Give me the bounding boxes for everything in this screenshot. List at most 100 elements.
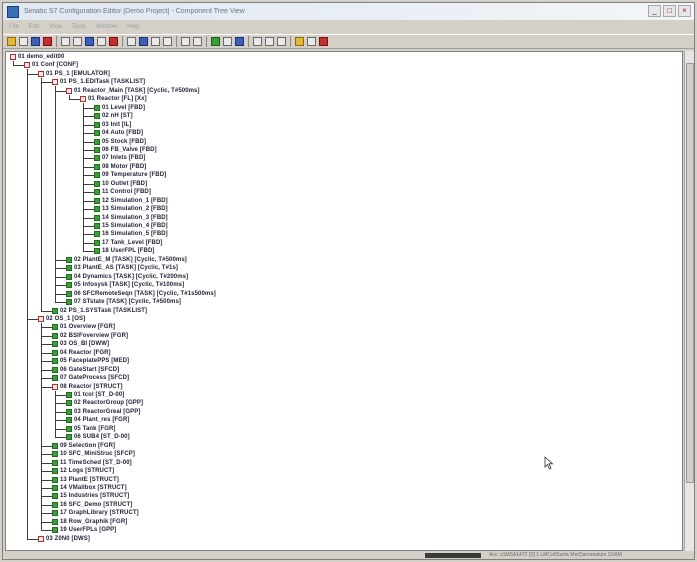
save-icon[interactable] bbox=[31, 37, 40, 46]
delete-icon[interactable] bbox=[109, 37, 118, 46]
tree-leaf-item[interactable]: 19 UserFPLs [GPP] bbox=[52, 526, 116, 534]
properties-icon[interactable] bbox=[127, 37, 136, 46]
tree-leaf-item[interactable]: 18 UserFPL [FBD] bbox=[94, 247, 155, 255]
expand-collapse-icon[interactable] bbox=[66, 87, 72, 94]
tree-folder-item[interactable]: 03 Z0N0 [DWS] bbox=[38, 535, 90, 543]
tree-icon[interactable] bbox=[163, 37, 172, 46]
tree-leaf-item[interactable]: 03 OS_BI [DWW] bbox=[52, 340, 109, 348]
tree-leaf-item[interactable]: 12 Logs [STRUCT] bbox=[52, 467, 114, 475]
tree-leaf-item[interactable]: 07 Inlets [FBD] bbox=[94, 154, 146, 162]
tree-leaf-item[interactable]: 03 Init [IL] bbox=[94, 121, 132, 129]
tree-leaf-item[interactable]: 01 Level [FBD] bbox=[94, 104, 145, 112]
monitor-icon[interactable] bbox=[235, 37, 244, 46]
tree-leaf-item[interactable]: 09 Temperature [FBD] bbox=[94, 171, 166, 179]
minimize-button[interactable]: _ bbox=[648, 5, 661, 17]
tree-leaf-item[interactable]: 14 Simulation_3 [FBD] bbox=[94, 214, 168, 222]
tree-leaf-item[interactable]: 02 BSIFoverview [FGR] bbox=[52, 332, 128, 340]
list-icon[interactable] bbox=[151, 37, 160, 46]
tree-leaf-item[interactable]: 04 Auto [FBD] bbox=[94, 129, 143, 137]
tree-leaf-item[interactable]: 07 GateProcess [SFCD] bbox=[52, 374, 129, 382]
expand-collapse-icon[interactable] bbox=[10, 54, 16, 60]
tree-folder-item[interactable]: 01 Conf [CONF] bbox=[24, 61, 78, 69]
tree-folder-item[interactable]: 08 Reactor [STRUCT] bbox=[52, 383, 123, 391]
tree-leaf-item[interactable]: 04 Reactor [FGR] bbox=[52, 349, 111, 357]
tree-leaf-item[interactable]: 04 Plant_res [FGR] bbox=[66, 416, 129, 424]
tree-leaf-item[interactable]: 16 Simulation_5 [FBD] bbox=[94, 230, 168, 238]
tree-leaf-item[interactable]: 17 Tank_Level [FBD] bbox=[94, 239, 162, 247]
expand-collapse-icon[interactable] bbox=[52, 383, 58, 390]
tree-leaf-item[interactable]: 15 Industries [STRUCT] bbox=[52, 492, 129, 500]
library-icon[interactable] bbox=[295, 37, 304, 46]
menu-tools[interactable]: Tools bbox=[72, 24, 86, 30]
stop-icon[interactable] bbox=[43, 37, 52, 46]
tree-leaf-item[interactable]: 06 GateStart [SFCD] bbox=[52, 366, 119, 374]
tree-leaf-item[interactable]: 16 SFC_Demo [STRUCT] bbox=[52, 501, 132, 509]
tree-leaf-item[interactable]: 07 STstate [TASK] [Cyclic, T#500ms] bbox=[66, 298, 181, 306]
tree-leaf-item[interactable]: 09 Selection [FGR] bbox=[52, 442, 115, 450]
tree-leaf-item[interactable]: 17 GraphLibrary [STRUCT] bbox=[52, 509, 139, 517]
tree-leaf-item[interactable]: 05 Infosysk [TASK] [Cyclic, T#100ms] bbox=[66, 281, 184, 289]
tree-leaf-item[interactable]: 05 FaceplatePPS [MED] bbox=[52, 357, 129, 365]
tree-leaf-item[interactable]: 10 Outlet [FBD] bbox=[94, 180, 147, 188]
menu-help[interactable]: Help bbox=[127, 24, 139, 30]
title-bar[interactable]: Simatic S7 Configuration Editor [Demo Pr… bbox=[3, 3, 694, 20]
menu-view[interactable]: View bbox=[49, 24, 62, 30]
new-icon[interactable] bbox=[7, 37, 16, 46]
menu-window[interactable]: Window bbox=[96, 24, 117, 30]
tree-leaf-item[interactable]: 01 tcol [ST_D-00] bbox=[66, 391, 124, 399]
tree-leaf-item[interactable]: 01 Overview [FGR] bbox=[52, 323, 115, 331]
undo-icon[interactable] bbox=[61, 37, 70, 46]
menu-edit[interactable]: Edit bbox=[29, 24, 39, 30]
tree-leaf-item[interactable]: 06 FB_Valve [FBD] bbox=[94, 146, 157, 154]
expand-collapse-icon[interactable] bbox=[38, 70, 44, 77]
tree-leaf-item[interactable]: 03 ReactorGreal [GPP] bbox=[66, 408, 140, 416]
vertical-scrollbar[interactable] bbox=[684, 51, 694, 551]
tree-leaf-item[interactable]: 11 Control [FBD] bbox=[94, 188, 151, 196]
tree-leaf-item[interactable]: 05 Tank [FGR] bbox=[66, 425, 116, 433]
find-icon[interactable] bbox=[253, 37, 262, 46]
window-icon[interactable] bbox=[181, 37, 190, 46]
tree-folder-item[interactable]: 01 demo_edit00 bbox=[10, 53, 64, 61]
close-button[interactable]: × bbox=[678, 5, 691, 17]
tree-leaf-item[interactable]: 05 Stock [FBD] bbox=[94, 138, 146, 146]
tree-folder-item[interactable]: 02 OS_1 [OS] bbox=[38, 315, 85, 323]
tree-leaf-item[interactable]: 13 Simulation_2 [FBD] bbox=[94, 205, 168, 213]
grid-icon[interactable] bbox=[139, 37, 148, 46]
tree-leaf-item[interactable]: 14 VMallbox [STRUCT] bbox=[52, 484, 127, 492]
tree-leaf-item[interactable]: 06 SUB4 [ST_D-00] bbox=[66, 433, 130, 441]
tree-leaf-item[interactable]: 06 SFCRemoteSeqn [TASK] [Cyclic, T#1s500… bbox=[66, 290, 216, 298]
tree-leaf-item[interactable]: 02 ReactorGroup [GPP] bbox=[66, 399, 143, 407]
download-icon[interactable] bbox=[223, 37, 232, 46]
expand-collapse-icon[interactable] bbox=[24, 62, 30, 69]
tree-leaf-item[interactable]: 04 Dynamics [TASK] [Cyclic, T#200ms] bbox=[66, 273, 188, 281]
tree-leaf-item[interactable]: 11 TimeSched [ST_D-00] bbox=[52, 459, 132, 467]
menu-file[interactable]: File bbox=[9, 24, 19, 30]
tree-leaf-item[interactable]: 13 PlantE [STRUCT] bbox=[52, 476, 119, 484]
cut-icon[interactable] bbox=[85, 37, 94, 46]
tree-leaf-item[interactable]: 15 Simulation_4 [FBD] bbox=[94, 222, 168, 230]
tree-folder-item[interactable]: 01 PS_1 [EMULATOR] bbox=[38, 70, 110, 78]
tree-leaf-item[interactable]: 02 nH [ST] bbox=[94, 112, 133, 120]
expand-collapse-icon[interactable] bbox=[38, 315, 44, 322]
tree-folder-item[interactable]: 01 Reactor [FL] [Xx] bbox=[80, 95, 147, 103]
goto-icon[interactable] bbox=[277, 37, 286, 46]
tree-folder-item[interactable]: 01 Reactor_Main [TASK] [Cyclic, T#500ms] bbox=[66, 87, 200, 95]
expand-collapse-icon[interactable] bbox=[38, 535, 44, 542]
minus-icon[interactable] bbox=[193, 37, 202, 46]
expand-collapse-icon[interactable] bbox=[80, 96, 86, 103]
tree-leaf-item[interactable]: 02 PlantE_M [TASK] [Cyclic, T#500ms] bbox=[66, 256, 187, 264]
maximize-button[interactable]: □ bbox=[663, 5, 676, 17]
tree-leaf-item[interactable]: 18 Row_Graphik [FGR] bbox=[52, 518, 127, 526]
project-tree[interactable]: 01 demo_edit00 01 Conf [CONF] 01 PS_1 [EMU… bbox=[5, 51, 683, 551]
tree-leaf-item[interactable]: 12 Simulation_1 [FBD] bbox=[94, 197, 168, 205]
expand-collapse-icon[interactable] bbox=[52, 79, 58, 86]
compile-icon[interactable] bbox=[211, 37, 220, 46]
replace-icon[interactable] bbox=[265, 37, 274, 46]
open-icon[interactable] bbox=[19, 37, 28, 46]
help-icon[interactable] bbox=[319, 37, 328, 46]
copy-icon[interactable] bbox=[97, 37, 106, 46]
redo-icon[interactable] bbox=[73, 37, 82, 46]
tree-leaf-item[interactable]: 08 Motor [FBD] bbox=[94, 163, 146, 171]
tree-leaf-item[interactable]: 02 PS_1.SYSTask [TASKLIST] bbox=[52, 307, 147, 315]
tree-folder-item[interactable]: 01 PS_1.EDITask [TASKLIST] bbox=[52, 78, 145, 86]
